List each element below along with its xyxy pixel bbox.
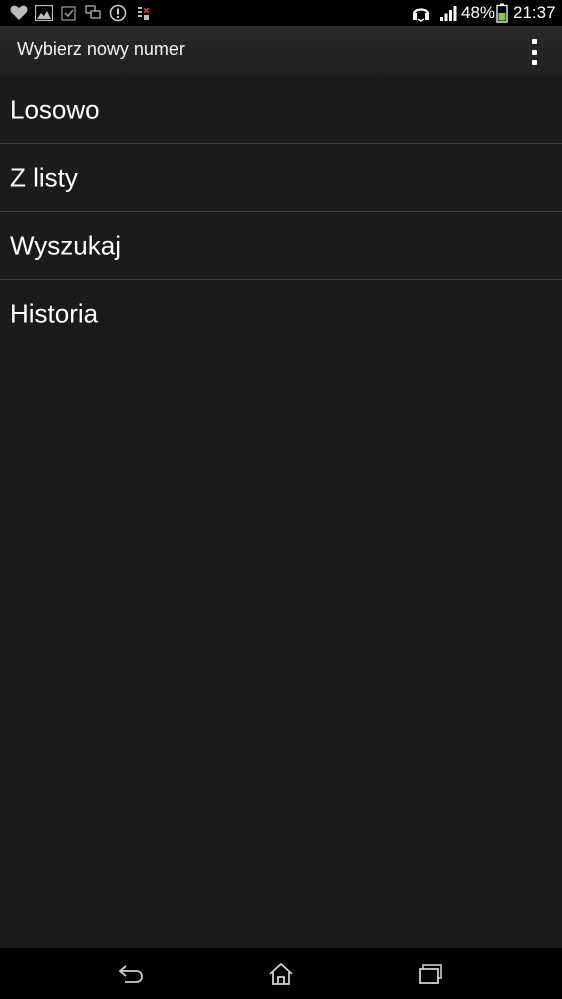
home-icon[interactable] — [266, 960, 296, 988]
list-item-label: Z listy — [10, 162, 78, 192]
list-item-label: Historia — [10, 298, 99, 328]
list-item-label: Losowo — [10, 94, 100, 124]
signal-icon — [439, 3, 457, 23]
page-title: Wybierz nowy numer — [17, 39, 185, 59]
list-item-historia[interactable]: Historia — [0, 280, 562, 347]
screen: 48% 21:37 Wybierz nowy numer Losowo Z li… — [0, 0, 562, 999]
gallery-icon — [35, 3, 53, 23]
recent-apps-icon[interactable] — [416, 960, 446, 988]
battery-percent: 48% — [461, 3, 496, 22]
multiwindow-icon — [85, 3, 101, 23]
action-bar: Wybierz nowy numer — [0, 26, 562, 76]
list-item-label: Wyszukaj — [10, 230, 122, 260]
overflow-dot — [531, 39, 537, 44]
checkbox-icon — [61, 3, 77, 23]
list-item-z-listy[interactable]: Z listy — [0, 144, 562, 212]
battery-icon — [496, 3, 508, 23]
overflow-dot — [531, 49, 537, 55]
headset-icon — [411, 3, 431, 23]
heart-icon — [10, 3, 28, 23]
status-bar: 48% 21:37 — [0, 0, 562, 26]
list-item-wyszukaj[interactable]: Wyszukaj — [0, 212, 562, 280]
clock: 21:37 — [513, 3, 556, 22]
list-item-losowo[interactable]: Losowo — [0, 76, 562, 144]
sim-icon — [137, 3, 151, 23]
navigation-bar — [0, 948, 562, 999]
shield-alert-icon — [109, 3, 127, 23]
overflow-menu-icon[interactable] — [524, 39, 544, 65]
overflow-dot — [531, 60, 537, 65]
back-icon[interactable] — [116, 960, 146, 988]
option-list: Losowo Z listy Wyszukaj Historia — [0, 76, 562, 347]
